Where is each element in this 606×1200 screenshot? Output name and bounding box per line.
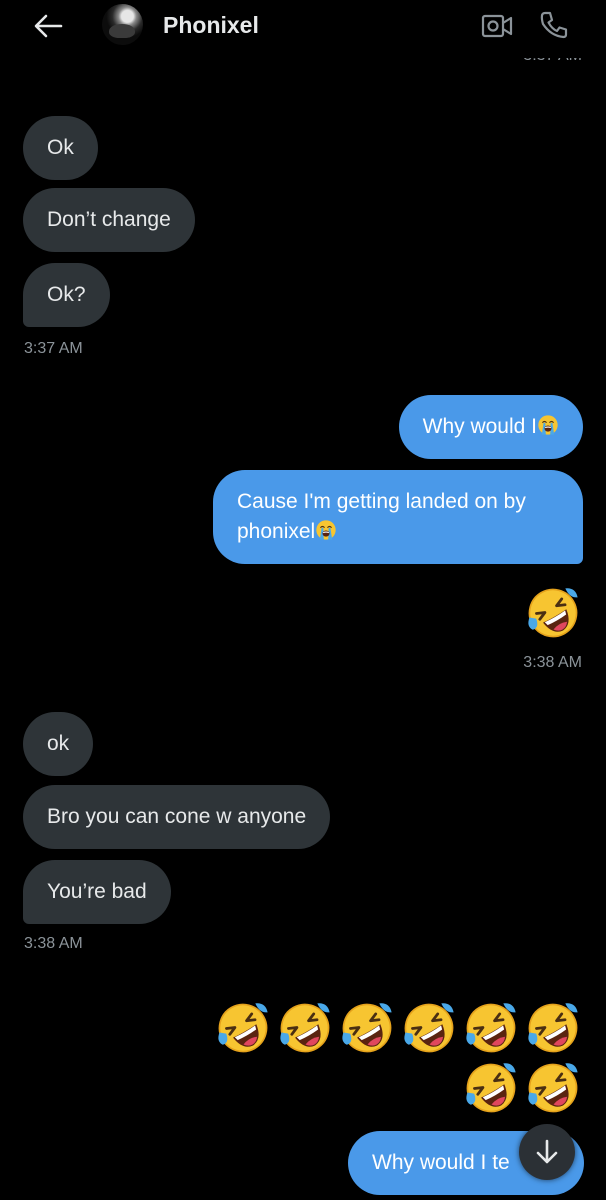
timestamp: 3:37 AM [24,340,83,357]
back-button[interactable] [30,10,66,42]
incoming-message[interactable]: You’re bad [23,860,171,924]
incoming-message[interactable]: Don’t change [23,188,195,252]
incoming-message[interactable]: ok [23,712,94,776]
phone-icon [540,11,568,39]
avatar[interactable] [102,4,143,45]
timestamp: 3:38 AM [523,654,582,671]
phone-call-button[interactable] [537,8,571,42]
rolling-on-the-floor-laughing-emoji [339,1000,395,1056]
emoji-message[interactable] [463,1060,581,1116]
video-call-button[interactable] [480,10,514,42]
rolling-on-the-floor-laughing-emoji [525,1060,581,1116]
outgoing-message[interactable]: Why would I [398,395,583,459]
loudly-crying-face-emoji [315,519,337,541]
emoji-message[interactable] [525,585,581,641]
incoming-message[interactable]: Ok [23,116,98,180]
rolling-on-the-floor-laughing-emoji [525,1000,581,1056]
rolling-on-the-floor-laughing-emoji [215,1000,271,1056]
incoming-message[interactable]: Bro you can cone w anyone [23,785,331,849]
contact-name[interactable]: Phonixel [163,12,259,39]
video-call-icon [481,14,513,38]
incoming-message[interactable]: Ok? [23,263,110,327]
message-text: Why would I [422,415,537,438]
timestamp: 3:38 AM [24,935,83,952]
outgoing-message[interactable]: Cause I'm getting landed on by phonixel [213,470,583,564]
loudly-crying-face-emoji [537,414,559,436]
arrow-down-icon [536,1139,558,1164]
rolling-on-the-floor-laughing-emoji [277,1000,333,1056]
rolling-on-the-floor-laughing-emoji [463,1060,519,1116]
message-text: Cause I'm getting landed on by phonixel [237,490,526,543]
chat-header: Phonixel [0,0,606,58]
arrow-left-icon [34,14,63,38]
timestamp: 3:37 AM [523,57,582,73]
rolling-on-the-floor-laughing-emoji [525,585,581,641]
rolling-on-the-floor-laughing-emoji [401,1000,457,1056]
scroll-to-bottom-button[interactable] [519,1124,575,1180]
emoji-message[interactable] [215,1000,581,1056]
rolling-on-the-floor-laughing-emoji [463,1000,519,1056]
